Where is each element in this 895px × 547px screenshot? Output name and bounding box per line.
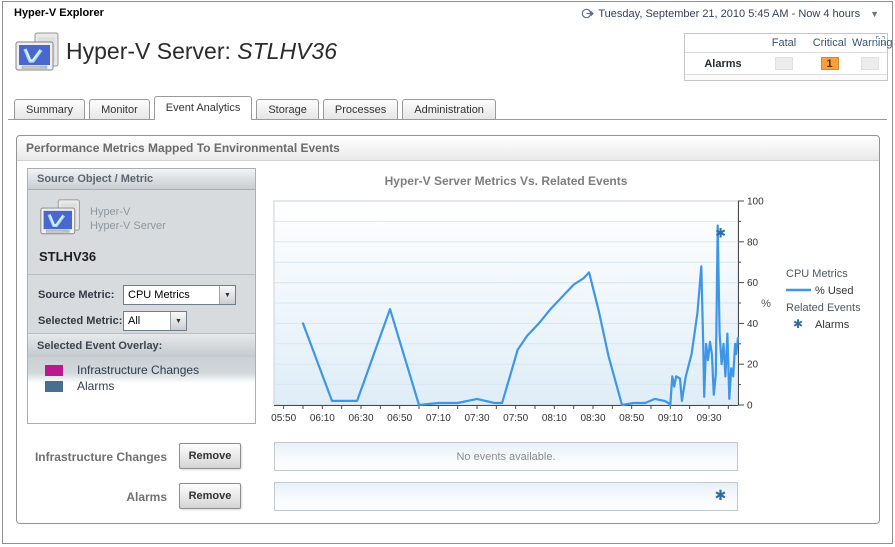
svg-text:09:10: 09:10 xyxy=(658,413,683,424)
metrics-vs-events-chart[interactable]: Hyper-V Server Metrics Vs. Related Event… xyxy=(257,169,881,425)
svg-text:%: % xyxy=(761,298,771,310)
infrastructure-changes-row-label: Infrastructure Changes xyxy=(34,450,167,464)
tab-administration[interactable]: Administration xyxy=(402,99,496,119)
remove-alarms-button[interactable]: Remove xyxy=(179,483,241,509)
svg-text:08:50: 08:50 xyxy=(619,413,644,424)
overlay-header: Selected Event Overlay: xyxy=(28,333,255,357)
svg-text:✱: ✱ xyxy=(715,226,726,241)
source-object-metric-panel: Source Object / Metric Hyper-V Hyper-V S… xyxy=(27,168,256,424)
svg-text:07:50: 07:50 xyxy=(503,413,528,424)
overlay-item-alarms: Alarms xyxy=(28,378,255,394)
object-type-line1: Hyper-V xyxy=(90,206,131,218)
svg-text:07:10: 07:10 xyxy=(426,413,451,424)
svg-text:07:30: 07:30 xyxy=(464,413,489,424)
svg-text:% Used: % Used xyxy=(815,285,854,297)
tab-bar: Summary Monitor Event Analytics Storage Proc… xyxy=(8,96,887,120)
svg-text:20: 20 xyxy=(747,360,759,371)
svg-text:06:10: 06:10 xyxy=(310,413,335,424)
tab-summary[interactable]: Summary xyxy=(14,99,86,119)
tab-storage[interactable]: Storage xyxy=(256,99,319,119)
remove-infrastructure-changes-button[interactable]: Remove xyxy=(179,443,241,469)
critical-count[interactable]: 1 xyxy=(820,57,839,70)
alarm-row-label: Alarms xyxy=(704,57,742,70)
svg-text:80: 80 xyxy=(747,237,759,248)
overlay-list: Infrastructure Changes Alarms xyxy=(28,357,255,423)
svg-text:06:50: 06:50 xyxy=(387,413,412,424)
svg-text:08:30: 08:30 xyxy=(580,413,605,424)
selected-metric-label: Selected Metric: xyxy=(38,315,123,327)
hyperv-object-icon xyxy=(40,199,80,235)
tab-processes[interactable]: Processes xyxy=(322,99,399,119)
alarm-table-footer xyxy=(685,74,887,80)
source-metric-label: Source Metric: xyxy=(38,289,115,301)
alarm-header-fatal: Fatal xyxy=(761,34,807,53)
svg-text:05:50: 05:50 xyxy=(271,413,296,424)
table-customizer-icon[interactable] xyxy=(876,36,885,45)
time-range-label: Tuesday, September 21, 2010 5:45 AM - No… xyxy=(598,7,861,20)
hyperv-server-icon xyxy=(15,32,59,71)
svg-text:06:30: 06:30 xyxy=(348,413,373,424)
page-title-object-name: STLHV36 xyxy=(237,38,337,64)
svg-text:CPU Metrics: CPU Metrics xyxy=(786,268,848,280)
overlay-label: Infrastructure Changes xyxy=(77,363,200,377)
performance-metrics-panel: Performance Metrics Mapped To Environmen… xyxy=(16,135,880,524)
infrastructure-changes-event-strip: No events available. xyxy=(274,442,738,471)
dropdown-arrow-icon[interactable]: ▼ xyxy=(170,312,186,330)
source-metric-value: CPU Metrics xyxy=(128,289,190,301)
hyperv-explorer-page: Hyper-V Explorer Tuesday, September 21, … xyxy=(0,0,895,547)
svg-text:09:30: 09:30 xyxy=(696,413,721,424)
svg-text:Related Events: Related Events xyxy=(786,302,861,314)
time-range-selector[interactable]: Tuesday, September 21, 2010 5:45 AM - No… xyxy=(581,7,879,20)
tab-monitor[interactable]: Monitor xyxy=(89,99,150,119)
time-range-caret-icon[interactable]: ▼ xyxy=(870,9,879,19)
svg-text:Hyper-V Server Metrics Vs. Rel: Hyper-V Server Metrics Vs. Related Event… xyxy=(385,174,628,188)
app-title: Hyper-V Explorer xyxy=(14,7,104,19)
selected-metric-value: All xyxy=(128,315,141,327)
object-type-line2: Hyper-V Server xyxy=(90,220,166,232)
overlay-color-swatch xyxy=(45,364,63,376)
page-title: Hyper-V Server: STLHV36 xyxy=(66,38,337,65)
source-metric-dropdown[interactable]: CPU Metrics ▼ xyxy=(123,285,236,305)
svg-text:100: 100 xyxy=(747,197,764,208)
fatal-count[interactable] xyxy=(775,57,793,70)
alarm-event-marker[interactable]: ✱ xyxy=(715,487,727,504)
page-title-prefix: Hyper-V Server: xyxy=(66,38,231,64)
no-events-message: No events available. xyxy=(456,451,556,463)
object-name: STLHV36 xyxy=(39,249,97,264)
overlay-item-infrastructure-changes: Infrastructure Changes xyxy=(28,362,255,378)
alarm-summary-table: Fatal Critical Warning Alarms 1 xyxy=(684,33,893,81)
alarm-header-blank xyxy=(685,34,761,53)
svg-text:✱: ✱ xyxy=(793,317,803,331)
warning-count[interactable] xyxy=(860,57,879,70)
svg-text:60: 60 xyxy=(747,278,759,289)
svg-text:08:10: 08:10 xyxy=(542,413,567,424)
sidebar-header: Source Object / Metric xyxy=(28,169,255,190)
svg-text:Alarms: Alarms xyxy=(815,319,850,331)
selected-metric-dropdown[interactable]: All ▼ xyxy=(123,311,187,331)
object-type: Hyper-V Hyper-V Server xyxy=(90,205,166,233)
dropdown-arrow-icon[interactable]: ▼ xyxy=(219,286,235,304)
alarms-row-label: Alarms xyxy=(126,490,167,504)
svg-text:40: 40 xyxy=(747,319,759,330)
tab-event-analytics[interactable]: Event Analytics xyxy=(153,96,253,120)
sidebar-separator xyxy=(28,274,255,275)
overlay-color-swatch xyxy=(45,380,63,392)
overlay-label: Alarms xyxy=(77,379,115,393)
time-range-icon xyxy=(582,8,595,19)
svg-text:0: 0 xyxy=(747,401,753,412)
alarms-event-strip: ✱ xyxy=(274,482,738,511)
panel-title: Performance Metrics Mapped To Environmen… xyxy=(17,136,879,161)
alarm-header-critical: Critical xyxy=(807,34,852,53)
